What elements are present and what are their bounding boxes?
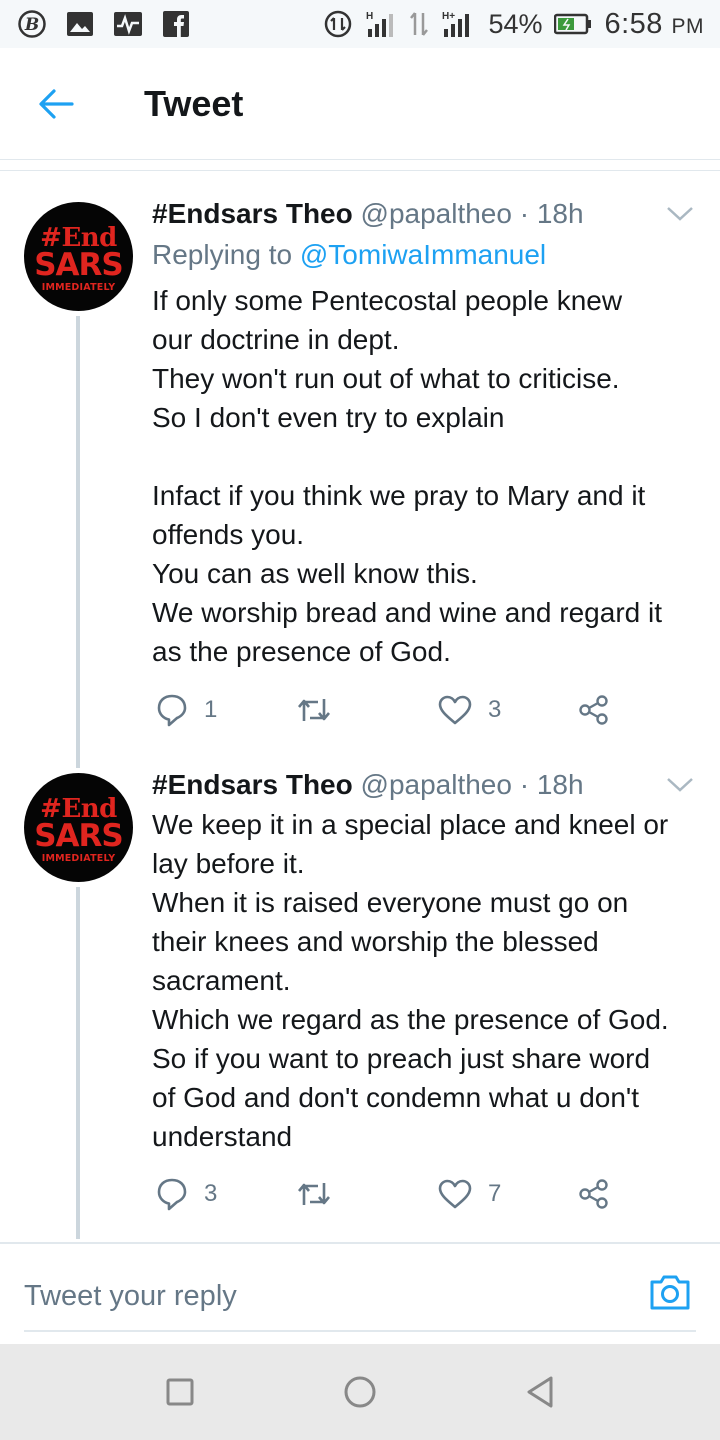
circle-icon [344,1376,376,1408]
avatar[interactable]: #End SARS IMMEDIATELY [24,773,133,882]
reply-count: 3 [204,1180,218,1207]
data-saver-icon [325,10,352,38]
tweet-header: #Endsars Theo @papaltheo · 18h [152,769,584,801]
chevron-down-icon [667,778,693,792]
separator-dot: · [519,769,530,800]
retweet-icon [298,1183,330,1205]
notification-icons: B [16,8,192,40]
more-options-button[interactable] [664,204,696,228]
tweet-header: #Endsars Theo @papaltheo · 18h [152,198,584,230]
reply-composer [24,1262,696,1332]
status-bar: B H H+ 54% 6:58 PM [0,0,720,48]
avatar-text-line3: IMMEDIATELY [41,852,116,864]
activity-icon [112,8,144,40]
signal-hplus-icon: H+ [442,11,470,37]
battery-icon [554,13,592,35]
divider [0,1242,720,1244]
reply-input[interactable] [24,1272,624,1320]
tweet-actions: 1 3 [152,690,632,730]
more-options-button[interactable] [664,775,696,799]
heart-icon [438,1179,472,1209]
b-app-icon: B [16,8,48,40]
retweet-icon [298,699,330,721]
retweet-button[interactable] [296,1174,348,1214]
camera-button[interactable] [648,1272,696,1320]
facebook-icon [160,8,192,40]
author-name[interactable]: #Endsars Theo [152,769,353,800]
home-button[interactable] [336,1368,384,1416]
tweet-time: 18h [536,769,584,800]
reply-icon [157,694,187,727]
image-icon [64,8,96,40]
system-back-button[interactable] [516,1368,564,1416]
replying-to-label: Replying to [152,239,300,270]
reply-button[interactable]: 3 [156,1174,217,1214]
page-title: Tweet [144,82,244,124]
tweet-time: 18h [536,198,584,229]
recents-button[interactable] [156,1368,204,1416]
signal-icon: H [366,11,394,37]
thread-line [76,316,80,768]
data-arrows-icon [410,12,429,36]
reply-button[interactable]: 1 [156,690,217,730]
app-header: Tweet [0,48,720,160]
chevron-down-icon [667,207,693,221]
divider [0,170,720,171]
tweet-text: If only some Pentecostal people knew our… [152,285,663,667]
square-icon [166,1378,194,1406]
like-button[interactable]: 3 [438,690,501,730]
back-arrow-icon [39,88,74,119]
share-button[interactable] [578,690,610,730]
battery-percent: 54% [488,8,543,39]
triangle-back-icon [527,1376,553,1408]
like-count: 7 [488,1180,502,1207]
svg-text:H: H [366,11,373,22]
reply-icon [157,1178,187,1211]
like-count: 3 [488,696,502,723]
author-handle[interactable]: @papaltheo [361,198,512,229]
avatar[interactable]: #End SARS IMMEDIATELY [24,202,133,311]
avatar-text-line3: IMMEDIATELY [41,281,116,293]
svg-text:H+: H+ [442,11,455,22]
replying-to: Replying to @TomiwaImmanuel [152,239,546,271]
tweet-text: We keep it in a special place and kneel … [152,809,669,1152]
clock: 6:58 PM [604,7,704,40]
system-icons: H H+ 54% 6:58 PM [324,8,704,41]
author-handle[interactable]: @papaltheo [361,769,512,800]
camera-icon [650,1275,690,1310]
retweet-button[interactable] [296,690,348,730]
tweet-actions: 3 7 [152,1174,632,1214]
system-nav-bar [0,1344,720,1440]
share-icon [579,695,608,725]
replying-to-link[interactable]: @TomiwaImmanuel [300,239,546,270]
avatar-text-line2: SARS [34,817,124,854]
separator-dot: · [519,198,530,229]
back-button[interactable] [0,48,112,160]
avatar-text-line2: SARS [34,246,124,283]
author-name[interactable]: #Endsars Theo [152,198,353,229]
svg-text:B: B [24,15,39,35]
heart-icon [438,695,472,725]
share-button[interactable] [578,1174,610,1214]
share-icon [579,1179,608,1209]
reply-count: 1 [204,696,218,723]
like-button[interactable]: 7 [438,1174,501,1214]
thread-line [76,887,80,1239]
